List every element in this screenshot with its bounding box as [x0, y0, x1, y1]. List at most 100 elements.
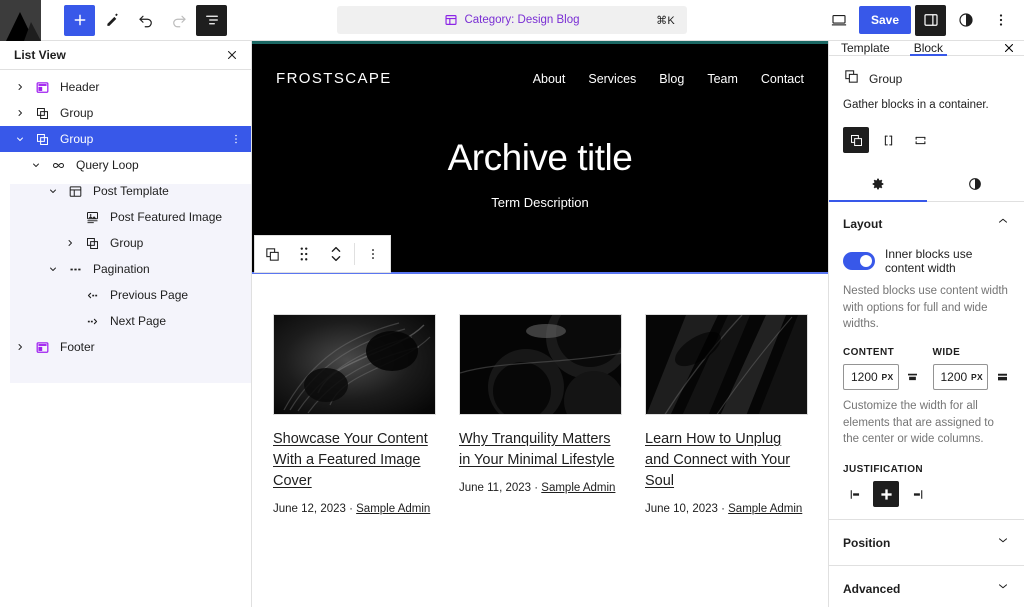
content-width-align-icon[interactable]: [905, 370, 921, 385]
editor-top-bar: Category: Design Blog ⌘K Save: [0, 0, 1024, 41]
styles-contrast-icon: [967, 176, 983, 192]
list-view-row-header-0[interactable]: Header: [0, 74, 251, 100]
block-variations: [843, 127, 1010, 153]
chevron-up-icon[interactable]: [996, 214, 1010, 233]
tab-block[interactable]: Block: [902, 41, 955, 55]
layout-panel-header[interactable]: Layout: [843, 214, 1010, 233]
width-help-text: Customize the width for all elements tha…: [843, 398, 1010, 448]
wordpress-mountain-logo[interactable]: [0, 0, 41, 41]
expand-chevron-icon[interactable]: [8, 107, 32, 119]
gear-icon: [870, 176, 886, 192]
site-navigation[interactable]: About Services Blog Team Contact: [533, 72, 804, 86]
wide-width-value: 1200: [941, 370, 972, 384]
site-editor-app: Category: Design Blog ⌘K Save: [0, 0, 1024, 607]
pagination-icon: [65, 262, 85, 277]
archive-title[interactable]: Archive title: [252, 137, 828, 179]
chevron-down-icon[interactable]: [996, 579, 1010, 598]
expand-chevron-icon[interactable]: [24, 159, 48, 171]
expand-chevron-icon[interactable]: [8, 341, 32, 353]
more-options-button[interactable]: [985, 5, 1016, 36]
group-variation-button[interactable]: [843, 127, 869, 153]
view-device-button[interactable]: [824, 5, 855, 36]
list-view-row-pagination-7[interactable]: Pagination: [0, 256, 251, 282]
list-view-row-post-featured-image-5[interactable]: Post Featured Image: [0, 204, 251, 230]
list-view-row-group-1[interactable]: Group: [0, 100, 251, 126]
edit-tool-button[interactable]: [97, 5, 128, 36]
nav-item-services[interactable]: Services: [588, 72, 636, 86]
expand-chevron-icon[interactable]: [41, 263, 65, 275]
styles-button[interactable]: [950, 5, 981, 36]
list-view-row-label: Group: [60, 132, 93, 146]
nav-item-blog[interactable]: Blog: [659, 72, 684, 86]
undo-button[interactable]: [130, 5, 161, 36]
list-view-row-post-template-4[interactable]: Post Template: [0, 178, 251, 204]
content-width-input[interactable]: 1200 PX: [843, 364, 899, 390]
expand-chevron-icon[interactable]: [8, 81, 32, 93]
list-view-row-label: Post Featured Image: [110, 210, 222, 224]
row-options-icon[interactable]: [229, 132, 243, 146]
expand-chevron-icon[interactable]: [58, 237, 82, 249]
nav-item-about[interactable]: About: [533, 72, 566, 86]
close-icon[interactable]: [221, 44, 243, 66]
tab-template[interactable]: Template: [829, 41, 902, 55]
list-view-row-group-2[interactable]: Group: [0, 126, 251, 152]
list-view-header: List View: [0, 41, 251, 70]
justify-center-button[interactable]: [873, 481, 899, 507]
block-name: Group: [869, 72, 902, 86]
list-view-row-next-page-9[interactable]: Next Page: [0, 308, 251, 334]
stack-variation-button[interactable]: [907, 127, 933, 153]
close-sidebar-icon[interactable]: [994, 41, 1024, 55]
loop-icon: [48, 158, 68, 173]
inner-blocks-toggle-label: Inner blocks use content width: [885, 247, 1010, 275]
term-description[interactable]: Term Description: [252, 195, 828, 210]
layout-panel: Layout Inner blocks use content width Ne…: [829, 202, 1024, 520]
justify-right-button[interactable]: [903, 481, 929, 507]
settings-subtab[interactable]: [829, 167, 927, 201]
post-date: June 12, 2023: [273, 503, 346, 515]
expand-chevron-icon[interactable]: [41, 185, 65, 197]
list-view-toggle-button[interactable]: [196, 5, 227, 36]
top-bar-tools: [41, 5, 227, 36]
wide-width-input[interactable]: 1200 PX: [933, 364, 989, 390]
post-author[interactable]: Sample Admin: [728, 503, 802, 515]
post-title[interactable]: Why Tranquility Matters in Your Minimal …: [459, 429, 622, 471]
styles-subtab[interactable]: [927, 167, 1024, 201]
toolbar-divider: [354, 243, 355, 265]
editor-body: List View Header Group Group Query Loop: [0, 41, 1024, 607]
settings-sidebar-toggle-button[interactable]: [915, 5, 946, 36]
wide-width-align-icon[interactable]: [994, 370, 1010, 385]
post-featured-image[interactable]: [645, 314, 808, 415]
post-title[interactable]: Showcase Your Content With a Featured Im…: [273, 429, 436, 492]
save-button[interactable]: Save: [859, 6, 911, 34]
nav-item-contact[interactable]: Contact: [761, 72, 804, 86]
post-author[interactable]: Sample Admin: [541, 482, 615, 494]
list-view-row-previous-page-8[interactable]: Previous Page: [0, 282, 251, 308]
wide-width-caption: WIDE: [933, 347, 1011, 358]
command-bar[interactable]: Category: Design Blog ⌘K: [337, 6, 687, 34]
expand-chevron-icon[interactable]: [8, 133, 32, 145]
chevron-up-down-icon[interactable]: [320, 237, 352, 271]
list-view-row-query-loop-3[interactable]: Query Loop: [0, 152, 251, 178]
toggle-block-inserter-button[interactable]: [64, 5, 95, 36]
drag-dots-icon[interactable]: [288, 237, 320, 271]
advanced-panel[interactable]: Advanced: [829, 566, 1024, 607]
list-view-row-label: Header: [60, 80, 99, 94]
redo-button[interactable]: [163, 5, 194, 36]
list-view-row-group-6[interactable]: Group: [0, 230, 251, 256]
post-featured-image[interactable]: [273, 314, 436, 415]
chevron-down-icon[interactable]: [996, 533, 1010, 552]
row-variation-button[interactable]: [875, 127, 901, 153]
list-view-row-footer-10[interactable]: Footer: [0, 334, 251, 360]
post-author[interactable]: Sample Admin: [356, 503, 430, 515]
site-title[interactable]: FROSTSCAPE: [276, 70, 392, 87]
nav-item-team[interactable]: Team: [707, 72, 738, 86]
list-view-row-label: Previous Page: [110, 288, 188, 302]
post-featured-image[interactable]: [459, 314, 622, 415]
selected-group-block[interactable]: FROSTSCAPE AboutServicesBlogTeamContact …: [252, 44, 828, 274]
justify-left-button[interactable]: [843, 481, 869, 507]
block-type-group-icon[interactable]: [256, 237, 288, 271]
position-panel[interactable]: Position: [829, 520, 1024, 566]
block-options-icon[interactable]: [357, 237, 389, 271]
inner-blocks-content-width-toggle[interactable]: [843, 252, 875, 270]
post-title[interactable]: Learn How to Unplug and Connect with You…: [645, 429, 808, 492]
